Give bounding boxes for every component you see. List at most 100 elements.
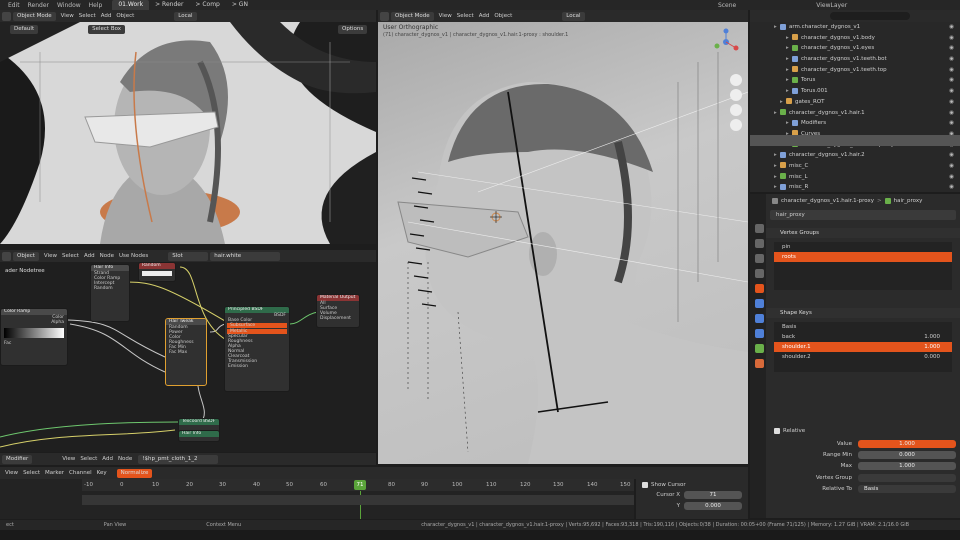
node-hair-info-2[interactable]: Hair Info xyxy=(178,430,220,442)
output-tab-icon[interactable] xyxy=(755,254,764,263)
show-cursor-checkbox[interactable] xyxy=(642,482,648,488)
vertex-group-item-selected[interactable]: roots xyxy=(774,252,952,262)
tool-tab-icon[interactable] xyxy=(755,224,764,233)
relative-checkbox[interactable] xyxy=(774,428,780,434)
physics-tab-icon[interactable] xyxy=(755,329,764,338)
pan-hand-icon[interactable] xyxy=(730,89,742,101)
visibility-eye-icon[interactable]: ◉ xyxy=(949,43,954,54)
select-box-dropdown[interactable]: Select Box xyxy=(88,25,126,34)
shape-key-value[interactable]: 0.000 xyxy=(924,352,940,362)
material-tab-icon[interactable] xyxy=(755,359,764,368)
node-color-ramp[interactable]: Color Ramp Color Alpha Fac xyxy=(0,308,68,366)
normalize-toggle[interactable]: Normalize xyxy=(116,468,153,478)
timeline-menu-view[interactable]: View xyxy=(5,470,18,476)
visibility-eye-icon[interactable]: ◉ xyxy=(949,118,954,129)
visibility-eye-icon[interactable]: ◉ xyxy=(949,75,954,86)
modifier-menu-add[interactable]: Add xyxy=(102,456,113,462)
outliner-row[interactable]: ▸ character_dygnos_v1.eyes ◉ xyxy=(750,43,960,54)
visibility-eye-icon[interactable]: ◉ xyxy=(949,33,954,44)
visibility-eye-icon[interactable]: ◉ xyxy=(949,108,954,119)
object-tab-icon[interactable] xyxy=(755,284,764,293)
editor-type-icon[interactable] xyxy=(2,11,11,21)
navigation-gizmo[interactable] xyxy=(712,28,740,56)
visibility-eye-icon[interactable]: ◉ xyxy=(949,65,954,76)
data-tab-icon[interactable] xyxy=(755,344,764,353)
visibility-eye-icon[interactable]: ◉ xyxy=(949,172,954,183)
modifier-type-dropdown[interactable]: Modifier xyxy=(2,454,33,464)
outliner-search-input[interactable] xyxy=(830,12,910,20)
workspace-tab-gn[interactable]: > GN xyxy=(226,0,254,10)
shape-keys-list[interactable]: Basis back 1.000 shoulder.1 1.000 should… xyxy=(774,322,952,372)
outliner-row[interactable]: ▸ character_dygnos_v1.teeth.bot ◉ xyxy=(750,54,960,65)
outliner-row[interactable]: ▸ character_dygnos_v1.hair.1 ◉ xyxy=(750,108,960,119)
node-value-swatch[interactable] xyxy=(142,271,172,276)
small-menu-add[interactable]: Add xyxy=(101,13,112,19)
max-field[interactable]: 1.000 xyxy=(858,462,956,470)
timeline-menu-select[interactable]: Select xyxy=(23,470,40,476)
scene-tab-icon[interactable] xyxy=(755,269,764,278)
color-ramp-gradient[interactable] xyxy=(4,328,64,338)
small-transform-dropdown[interactable]: Local xyxy=(174,11,197,21)
data-name-field[interactable]: hair_proxy xyxy=(770,210,956,220)
main-menu-view[interactable]: View xyxy=(439,13,452,19)
shape-key-item[interactable]: shoulder.2 0.000 xyxy=(774,352,952,362)
render-tab-icon[interactable] xyxy=(755,239,764,248)
visibility-eye-icon[interactable]: ◉ xyxy=(949,97,954,108)
outliner-row[interactable]: ▸ gates_ROT ◉ xyxy=(750,97,960,108)
menu-help[interactable]: Help xyxy=(89,2,103,9)
node-type-dropdown[interactable]: Object xyxy=(13,251,39,261)
axis-gizmo-icon[interactable] xyxy=(712,28,740,56)
small-menu-object[interactable]: Object xyxy=(116,13,134,19)
small-viewport-canvas[interactable]: Default Select Box Options xyxy=(0,22,376,244)
node-editor-canvas[interactable]: ader Nodetree Hair Info Strand Color Ram… xyxy=(0,262,376,452)
orientation-dropdown[interactable]: Default xyxy=(10,25,39,34)
main-viewport-canvas[interactable]: User Orthographic (71) character_dygnos_… xyxy=(378,22,748,464)
slot-dropdown[interactable]: Slot xyxy=(168,251,209,261)
main-menu-select[interactable]: Select xyxy=(457,13,474,19)
menu-window[interactable]: Window xyxy=(57,2,81,9)
visibility-eye-icon[interactable]: ◉ xyxy=(949,182,954,192)
timeline-ruler[interactable]: -10 0 10 20 30 40 50 60 80 90 100 110 12… xyxy=(82,479,634,491)
main-menu-add[interactable]: Add xyxy=(479,13,490,19)
node-menu-view[interactable]: View xyxy=(44,253,57,259)
node-hair-tweak[interactable]: Hair Tweak Random Power Color Roughness … xyxy=(165,318,207,386)
visibility-eye-icon[interactable]: ◉ xyxy=(949,22,954,33)
workspace-tab-render[interactable]: > Render xyxy=(149,0,189,10)
outliner-row[interactable]: ▸ misc_R ◉ xyxy=(750,182,960,192)
menu-render[interactable]: Render xyxy=(28,2,49,9)
node-principled-bsdf[interactable]: Principled BSDF BSDF Base Color Subsurfa… xyxy=(224,306,290,392)
particles-tab-icon[interactable] xyxy=(755,314,764,323)
use-nodes-checkbox[interactable]: Use Nodes xyxy=(119,253,148,259)
outliner-row[interactable]: ▸ character_dygnos_v1.hair.2 ◉ xyxy=(750,150,960,161)
modifier-menu-view[interactable]: View xyxy=(62,456,75,462)
main-transform-dropdown[interactable]: Local xyxy=(562,11,585,21)
grid-icon[interactable] xyxy=(730,119,742,131)
shape-key-value[interactable]: 1.000 xyxy=(924,332,940,342)
visibility-eye-icon[interactable]: ◉ xyxy=(949,86,954,97)
timeline-canvas[interactable]: -10 0 10 20 30 40 50 60 80 90 100 110 12… xyxy=(0,479,634,519)
node-menu-select[interactable]: Select xyxy=(62,253,79,259)
node-hair-info[interactable]: Hair Info Strand Color Ramp Intercept Ra… xyxy=(90,264,130,322)
visibility-eye-icon[interactable]: ◉ xyxy=(949,150,954,161)
node-menu-node[interactable]: Node xyxy=(100,253,114,259)
shape-key-item[interactable]: back 1.000 xyxy=(774,332,952,342)
node-menu-add[interactable]: Add xyxy=(84,253,95,259)
visibility-eye-icon[interactable]: ◉ xyxy=(949,54,954,65)
node-editor-type-icon[interactable] xyxy=(2,251,11,261)
scene-selector[interactable]: Scene xyxy=(718,2,736,9)
workspace-tab-comp[interactable]: > Comp xyxy=(189,0,225,10)
vertex-groups-list[interactable]: pin roots xyxy=(774,242,952,290)
timeline-scroll-bar[interactable] xyxy=(82,495,634,505)
cursor-x-field[interactable]: 71 xyxy=(684,491,742,499)
camera-icon[interactable] xyxy=(730,104,742,116)
relative-checkbox-row[interactable]: Relative xyxy=(774,428,952,434)
outliner-row[interactable]: ▸ Torus.001 ◉ xyxy=(750,86,960,97)
outliner-row[interactable]: ▸ arm.character_dygnos_v1 ◉ xyxy=(750,22,960,33)
zoom-icon[interactable] xyxy=(730,74,742,86)
value-slider[interactable]: 1.000 xyxy=(858,440,956,448)
outliner-row[interactable]: ▸ Modifiers ◉ xyxy=(750,118,960,129)
main-menu-object[interactable]: Object xyxy=(494,13,512,19)
modifier-node-field[interactable]: !$hp_pmt_cloth_1_2 xyxy=(138,454,219,464)
show-cursor-row[interactable]: Show Cursor xyxy=(642,482,742,488)
timeline-menu-key[interactable]: Key xyxy=(97,470,107,476)
